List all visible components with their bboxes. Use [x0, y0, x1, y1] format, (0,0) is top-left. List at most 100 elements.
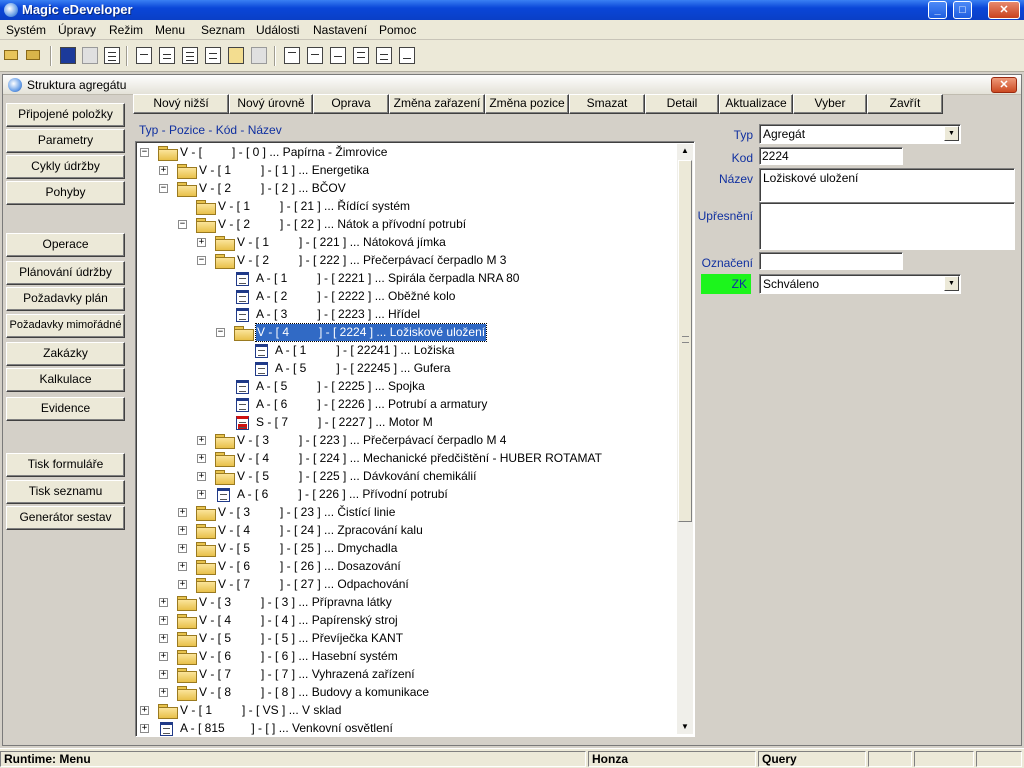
- tree-node[interactable]: + V - [ 5 ] - [ 225 ] ... Dávkování chemi…: [197, 468, 666, 485]
- chevron-down-icon[interactable]: ▼: [944, 126, 959, 141]
- select-button[interactable]: Vyber: [793, 94, 867, 114]
- expand-icon[interactable]: +: [197, 238, 206, 247]
- tree-scrollbar[interactable]: ▲ ▼: [677, 144, 693, 734]
- expand-icon[interactable]: +: [197, 472, 206, 481]
- tree-node[interactable]: + V - [ 7 ] - [ 27 ] ... Odpachování: [178, 576, 666, 593]
- doc-5-icon[interactable]: [376, 47, 392, 64]
- disk-icon[interactable]: [82, 47, 98, 64]
- maintenance-cycles-button[interactable]: Cykly údržby: [6, 155, 125, 179]
- tree-node[interactable]: + A - [ 815 ] - [ ] ... Venkovní osvětlen…: [140, 720, 666, 736]
- expand-icon[interactable]: +: [197, 490, 206, 499]
- tree-node[interactable]: A - [ 5 ] - [ 2225 ] ... Spojka: [216, 378, 666, 395]
- collapse-icon[interactable]: −: [197, 256, 206, 265]
- typ-select[interactable]: Agregát ▼: [759, 124, 961, 144]
- expand-icon[interactable]: +: [197, 454, 206, 463]
- menu-upravy[interactable]: Úpravy: [58, 23, 96, 37]
- expand-icon[interactable]: +: [159, 598, 168, 607]
- tree-node[interactable]: − V - [ 2 ] - [ 2 ] ... BČOV: [159, 180, 666, 197]
- print-list-button[interactable]: Tisk seznamu: [6, 480, 125, 504]
- close-button[interactable]: ✕: [988, 1, 1020, 19]
- maximize-button[interactable]: □: [953, 1, 972, 19]
- tree-node[interactable]: A - [ 1 ] - [ 22241 ] ... Ložiska: [235, 342, 666, 359]
- tree-node[interactable]: + V - [ 4 ] - [ 224 ] ... Mechanické před…: [197, 450, 666, 467]
- tree-node[interactable]: − V - [ ] - [ 0 ] ... Papírna - Žimrovice: [140, 144, 666, 161]
- tree-node[interactable]: − V - [ 4 ] - [ 2224 ] ... Ložiskové ulož…: [216, 323, 666, 342]
- menu-seznam[interactable]: Seznam: [201, 23, 245, 37]
- copy-icon[interactable]: [228, 47, 244, 64]
- expand-icon[interactable]: +: [178, 526, 187, 535]
- tree-node[interactable]: A - [ 1 ] - [ 2221 ] ... Spirála čerpadl…: [216, 270, 666, 287]
- tree-node[interactable]: + A - [ 6 ] - [ 226 ] ... Přívodní potrub…: [197, 486, 666, 503]
- doc-4-icon[interactable]: [353, 47, 369, 64]
- structure-window-close-button[interactable]: ✕: [991, 77, 1017, 93]
- tree-node[interactable]: A - [ 3 ] - [ 2223 ] ... Hřídel: [216, 306, 666, 323]
- tree-node[interactable]: + V - [ 3 ] - [ 3 ] ... Přípravna látky: [159, 594, 666, 611]
- expand-icon[interactable]: +: [140, 724, 149, 733]
- expand-icon[interactable]: +: [178, 508, 187, 517]
- menu-menu[interactable]: Menu: [155, 23, 185, 37]
- expand-icon[interactable]: +: [159, 634, 168, 643]
- expand-icon[interactable]: +: [159, 670, 168, 679]
- calculation-button[interactable]: Kalkulace: [6, 368, 125, 392]
- tree-node[interactable]: S - [ 7 ] - [ 2227 ] ... Motor M: [216, 414, 666, 431]
- expand-icon[interactable]: +: [197, 436, 206, 445]
- orders-button[interactable]: Zakázky: [6, 342, 125, 366]
- list-icon[interactable]: [182, 47, 198, 64]
- detail-button[interactable]: Detail: [645, 94, 719, 114]
- close-window-button[interactable]: Zavřít: [867, 94, 943, 114]
- nazev-input[interactable]: Ložiskové uložení: [759, 168, 1015, 202]
- blank-doc-icon[interactable]: [251, 47, 267, 64]
- menu-nastaveni[interactable]: Nastavení: [313, 23, 367, 37]
- doc-2-icon[interactable]: [307, 47, 323, 64]
- collapse-icon[interactable]: −: [159, 184, 168, 193]
- tree-node[interactable]: A - [ 5 ] - [ 22245 ] ... Gufera: [235, 360, 666, 377]
- change-position-button[interactable]: Změna pozice: [485, 94, 569, 114]
- tree-node[interactable]: + V - [ 8 ] - [ 8 ] ... Budovy a komunika…: [159, 684, 666, 701]
- maintenance-planning-button[interactable]: Plánování údržby: [6, 261, 125, 285]
- expand-icon[interactable]: +: [178, 580, 187, 589]
- evidence-button[interactable]: Evidence: [6, 397, 125, 421]
- expand-icon[interactable]: +: [159, 166, 168, 175]
- expand-icon[interactable]: +: [159, 616, 168, 625]
- tree-node[interactable]: + V - [ 6 ] - [ 6 ] ... Hasební systém: [159, 648, 666, 665]
- operations-button[interactable]: Operace: [6, 233, 125, 257]
- save-icon[interactable]: [60, 47, 76, 64]
- edit-button[interactable]: Oprava: [313, 94, 389, 114]
- scrollbar-thumb[interactable]: [678, 160, 692, 522]
- menu-udalosti[interactable]: Události: [256, 23, 299, 37]
- planned-requests-button[interactable]: Požadavky plán: [6, 287, 125, 311]
- parameters-button[interactable]: Parametry: [6, 129, 125, 153]
- document-icon[interactable]: [104, 47, 120, 64]
- tree-node[interactable]: − V - [ 2 ] - [ 22 ] ... Nátok a přívodní…: [178, 216, 666, 233]
- tree-node[interactable]: + V - [ 3 ] - [ 223 ] ... Přečerpávací če…: [197, 432, 666, 449]
- change-classification-button[interactable]: Změna zařazení: [389, 94, 485, 114]
- movements-button[interactable]: Pohyby: [6, 181, 125, 205]
- menu-rezim[interactable]: Režim: [109, 23, 143, 37]
- tree-node[interactable]: + V - [ 3 ] - [ 23 ] ... Čistící linie: [178, 504, 666, 521]
- tree-node[interactable]: + V - [ 1 ] - [ 1 ] ... Energetika: [159, 162, 666, 179]
- extraordinary-requests-button[interactable]: Požadavky mimořádné: [6, 314, 125, 338]
- new-level-button[interactable]: Nový úrovně: [229, 94, 313, 114]
- open-file-icon[interactable]: [26, 47, 42, 64]
- tree-node[interactable]: + V - [ 4 ] - [ 24 ] ... Zpracování kalu: [178, 522, 666, 539]
- tree-node[interactable]: + V - [ 6 ] - [ 26 ] ... Dosazování: [178, 558, 666, 575]
- attached-items-button[interactable]: Připojené položky: [6, 103, 125, 127]
- open-folder-icon[interactable]: [4, 47, 20, 64]
- doc-6-icon[interactable]: [399, 47, 415, 64]
- tree-node[interactable]: + V - [ 1 ] - [ 221 ] ... Nátoková jímka: [197, 234, 666, 251]
- report-generator-button[interactable]: Generátor sestav: [6, 506, 125, 530]
- tree-node[interactable]: + V - [ 4 ] - [ 4 ] ... Papírenský stroj: [159, 612, 666, 629]
- menu-system[interactable]: Systém: [6, 23, 46, 37]
- expand-icon[interactable]: +: [159, 688, 168, 697]
- tree-node[interactable]: + V - [ 5 ] - [ 5 ] ... Převíječka KANT: [159, 630, 666, 647]
- table-icon[interactable]: [205, 47, 221, 64]
- tree-node[interactable]: A - [ 2 ] - [ 2222 ] ... Oběžné kolo: [216, 288, 666, 305]
- query-zoom-icon[interactable]: [159, 47, 175, 64]
- tree-node[interactable]: + V - [ 1 ] - [ VS ] ... V sklad: [140, 702, 666, 719]
- collapse-icon[interactable]: −: [140, 148, 149, 157]
- expand-icon[interactable]: +: [178, 562, 187, 571]
- zoom-icon[interactable]: [136, 47, 152, 64]
- print-form-button[interactable]: Tisk formuláře: [6, 453, 125, 477]
- oznaceni-input[interactable]: [759, 252, 903, 270]
- menu-pomoc[interactable]: Pomoc: [379, 23, 416, 37]
